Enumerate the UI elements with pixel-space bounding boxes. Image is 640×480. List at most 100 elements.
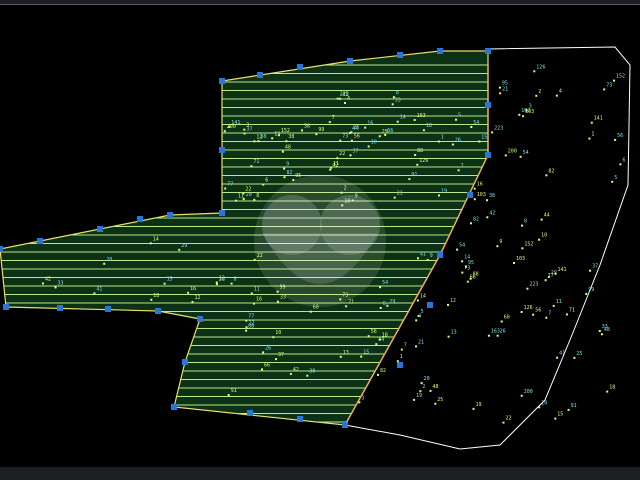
vertex-marker[interactable]	[342, 422, 348, 428]
vertex-marker[interactable]	[397, 52, 403, 58]
vertex-marker[interactable]	[137, 216, 143, 222]
vertex-marker[interactable]	[105, 306, 111, 312]
survey-point-label: 15	[481, 135, 487, 141]
vertex-marker[interactable]	[219, 147, 225, 153]
survey-point-marker	[554, 417, 557, 420]
survey-point-label: 91	[571, 403, 577, 409]
vertex-marker[interactable]	[219, 210, 225, 216]
vertex-marker[interactable]	[247, 410, 253, 416]
survey-point-marker	[149, 242, 152, 245]
survey-point-label: 18	[609, 385, 615, 391]
survey-point-marker	[349, 132, 351, 135]
survey-point-label: 1	[591, 132, 594, 138]
vertex-marker[interactable]	[0, 246, 3, 252]
survey-point-label: 56	[371, 329, 377, 335]
survey-point-marker	[473, 187, 476, 190]
survey-point-label: 6	[622, 157, 625, 163]
survey-point-marker	[619, 163, 622, 166]
vertex-marker[interactable]	[97, 226, 103, 232]
survey-point-label: 37	[592, 264, 598, 270]
survey-point-label: 99	[318, 127, 324, 133]
survey-point-label: 2	[538, 89, 541, 95]
survey-point-label: 5	[421, 309, 424, 315]
survey-point-marker	[261, 368, 263, 371]
vertex-marker[interactable]	[57, 305, 63, 311]
survey-point-marker	[567, 408, 570, 411]
status-strip	[0, 467, 640, 480]
survey-point-marker	[391, 103, 394, 106]
survey-point-label: 82	[548, 168, 554, 174]
survey-point-marker	[272, 336, 275, 339]
vertex-marker[interactable]	[37, 238, 43, 244]
survey-point-label: 14	[420, 294, 426, 300]
survey-point-marker	[289, 373, 292, 375]
vertex-marker[interactable]	[155, 308, 161, 314]
vertex-marker[interactable]	[347, 58, 353, 64]
vertex-marker[interactable]	[297, 416, 303, 422]
vertex-marker[interactable]	[257, 72, 263, 78]
survey-point-label: 19	[416, 393, 422, 399]
survey-point-label: 56	[354, 134, 360, 140]
survey-point-marker	[556, 356, 559, 359]
survey-point-label: 33	[602, 324, 608, 330]
vertex-marker[interactable]	[485, 152, 491, 158]
survey-point-label: 13	[343, 350, 349, 356]
survey-point-label: 200	[508, 148, 517, 154]
survey-point-marker	[535, 94, 538, 97]
survey-point-marker	[386, 304, 389, 307]
survey-point-marker	[283, 176, 286, 179]
survey-point-marker	[500, 320, 503, 323]
survey-point-label: 2	[422, 384, 425, 390]
survey-point-label: 41	[559, 351, 565, 357]
survey-point-marker	[250, 165, 253, 168]
survey-point-marker	[250, 292, 253, 295]
survey-point-label: 21	[418, 339, 424, 345]
survey-point-marker	[384, 133, 387, 136]
survey-point-label: 21	[502, 86, 508, 92]
survey-point-label: 200	[227, 124, 236, 130]
survey-point-label: 60	[261, 134, 267, 140]
survey-point-marker	[215, 283, 218, 286]
survey-point-label: 141	[594, 116, 603, 122]
survey-point-marker	[227, 394, 230, 396]
survey-point-marker	[54, 286, 57, 289]
drawing-canvas[interactable]: 37 38 22 7 8 9 10 11 12 13 14 15 16 18 20 26 29 33 41 42 54 5…	[0, 4, 640, 468]
survey-point-label: 56	[617, 133, 623, 139]
vertex-marker[interactable]	[485, 102, 491, 108]
vertex-marker[interactable]	[197, 316, 203, 322]
vertex-marker[interactable]	[167, 212, 173, 218]
survey-point-label: 91	[411, 172, 417, 178]
survey-point-marker	[345, 305, 348, 308]
survey-point-marker	[447, 303, 449, 306]
survey-point-label: 44	[544, 213, 550, 219]
survey-point-marker	[437, 140, 440, 143]
vertex-marker[interactable]	[485, 48, 491, 54]
vertex-marker[interactable]	[467, 192, 473, 198]
survey-point-label: 7	[548, 311, 551, 317]
vertex-marker[interactable]	[3, 304, 9, 310]
vertex-marker[interactable]	[219, 78, 225, 84]
survey-point-marker	[457, 169, 460, 172]
survey-point-marker	[281, 150, 284, 153]
survey-point-marker	[42, 282, 44, 285]
survey-point-label: 29	[389, 299, 395, 305]
vertex-marker[interactable]	[182, 359, 188, 365]
vertex-marker[interactable]	[171, 404, 177, 410]
vertex-marker[interactable]	[397, 362, 403, 368]
vertex-marker[interactable]	[297, 64, 303, 70]
survey-point-marker	[285, 140, 288, 143]
survey-point-label: 19	[476, 402, 482, 408]
survey-point-marker	[540, 218, 543, 221]
placeholder-logo-icon	[254, 175, 386, 307]
survey-point-marker	[552, 304, 555, 307]
survey-point-marker	[358, 401, 361, 404]
survey-point-marker	[496, 245, 499, 248]
survey-point-label: 223	[529, 282, 538, 288]
survey-point-marker	[422, 129, 425, 132]
survey-point-label: 16	[477, 182, 483, 188]
vertex-marker[interactable]	[427, 302, 433, 308]
survey-point-label: 20	[541, 400, 547, 406]
vertex-marker[interactable]	[437, 252, 443, 258]
survey-point-label: 9	[499, 239, 502, 245]
vertex-marker[interactable]	[437, 48, 443, 54]
